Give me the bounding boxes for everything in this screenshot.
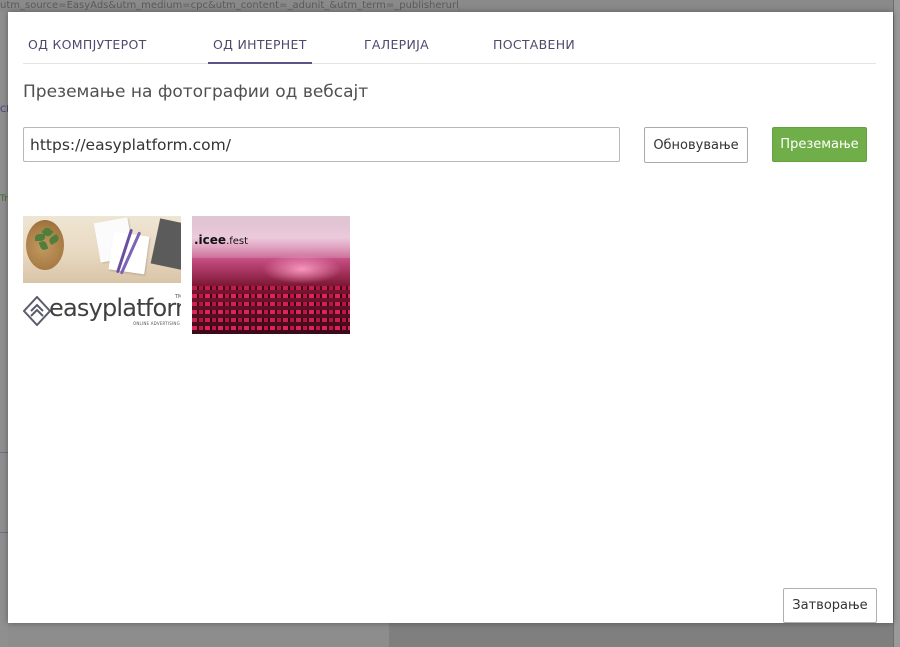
background-divider xyxy=(0,452,8,453)
dialog-tabs: ОД КОМПЈУТЕРОТ ОД ИНТЕРНЕТ ГАЛЕРИЈА ПОСТ… xyxy=(23,37,876,64)
icee-brand-suffix: .fest xyxy=(226,236,249,247)
image-upload-dialog: ОД КОМПЈУТЕРОТ ОД ИНТЕРНЕТ ГАЛЕРИЈА ПОСТ… xyxy=(8,12,893,623)
icee-fest-logo: .icee.fest xyxy=(194,233,248,247)
background-divider xyxy=(0,532,8,533)
audience-row xyxy=(192,302,350,306)
close-button[interactable]: Затворање xyxy=(783,588,877,623)
tab-from-computer[interactable]: ОД КОМПЈУТЕРОТ xyxy=(28,37,147,64)
refresh-button[interactable]: Обновување xyxy=(644,127,748,163)
trademark-mark: TM xyxy=(175,294,181,300)
easyplatform-logo-icon xyxy=(23,296,51,326)
tab-from-internet[interactable]: ОД ИНТЕРНЕТ xyxy=(208,37,312,64)
stage-light xyxy=(262,254,342,284)
background-left-strip: Cl Tr xyxy=(0,12,9,647)
audience-row xyxy=(192,326,350,330)
audience-row xyxy=(192,286,350,290)
audience-row xyxy=(192,310,350,314)
page-title: Преземање на фотографии од вебсајт xyxy=(23,82,369,102)
background-bottom-panel xyxy=(389,623,893,647)
background-mark-green: Tr xyxy=(0,194,8,204)
tablet-image xyxy=(150,218,181,272)
tab-uploaded[interactable]: ПОСТАВЕНИ xyxy=(493,37,575,64)
easyplatform-logo-text: easyplatform xyxy=(49,294,181,322)
image-thumbnail-icee-fest[interactable]: .icee.fest xyxy=(192,216,350,334)
icee-brand: .icee xyxy=(194,233,227,247)
easyplatform-logo-subtitle: ONLINE ADVERTISING xyxy=(133,321,180,326)
background-right-strip xyxy=(893,0,900,647)
download-button[interactable]: Преземање xyxy=(772,127,867,162)
url-input[interactable] xyxy=(23,127,620,162)
image-thumbnail-easyplatform[interactable]: easyplatform TM ONLINE ADVERTISING xyxy=(23,216,181,334)
audience-row xyxy=(192,294,350,298)
desk-photo xyxy=(23,216,181,283)
background-url-line1: utm_source=EasyAds&utm_medium=cpc&utm_co… xyxy=(0,0,460,11)
audience-row xyxy=(192,318,350,322)
tab-gallery[interactable]: ГАЛЕРИЈА xyxy=(364,37,429,64)
easyplatform-logo: easyplatform TM ONLINE ADVERTISING xyxy=(23,294,181,328)
